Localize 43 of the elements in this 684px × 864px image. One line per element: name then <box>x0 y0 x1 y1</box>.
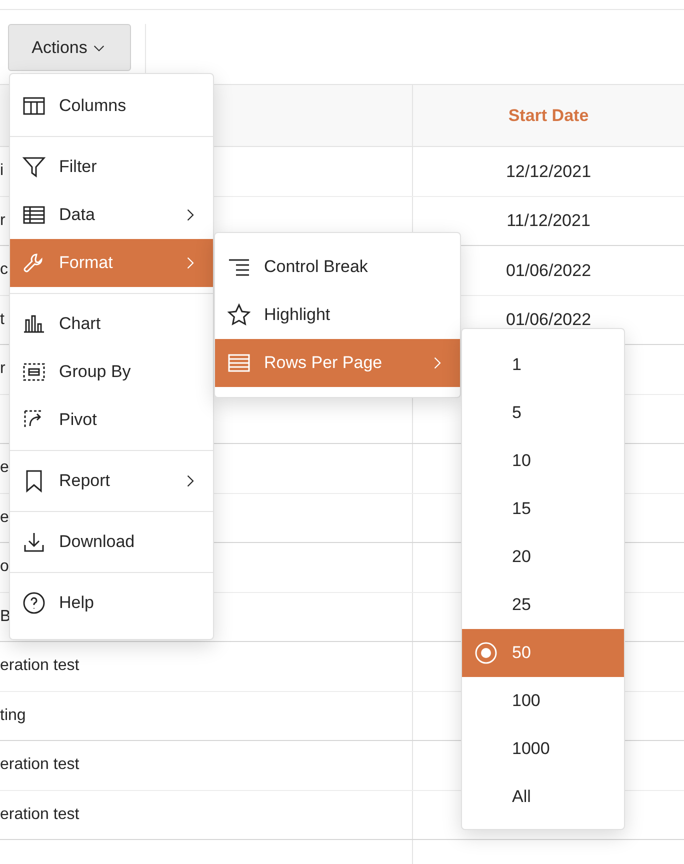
date-cell-text: 01/06/2022 <box>506 260 592 282</box>
menu-item[interactable]: Report <box>10 457 213 505</box>
table-cell-text: B <box>0 606 11 627</box>
menu-option[interactable]: 100 <box>462 677 624 725</box>
table-cell-text: e <box>0 458 9 478</box>
menu-option[interactable]: 20 <box>462 533 624 581</box>
menu-item[interactable]: Help <box>10 579 213 627</box>
date-cell-text: 11/12/2021 <box>506 210 590 232</box>
menu-option[interactable]: 10 <box>462 437 624 485</box>
star-icon <box>227 303 251 327</box>
table-cell-text: e <box>0 508 9 528</box>
menu-item[interactable]: Control Break <box>215 243 460 291</box>
menu-item[interactable]: Data <box>10 191 213 239</box>
menu-item[interactable]: Highlight <box>215 291 460 339</box>
table-cell-text: t <box>0 310 4 330</box>
menu-option[interactable]: 1000 <box>462 725 624 773</box>
table-cell-text: i <box>0 161 4 182</box>
menu-option[interactable]: 5 <box>462 389 624 437</box>
menu-item[interactable]: Chart <box>10 300 213 348</box>
date-cell-text: 01/06/2022 <box>506 309 592 331</box>
table-cell-text: o <box>0 557 9 578</box>
table-cell-text: r <box>0 359 6 380</box>
menu-option[interactable]: All <box>462 773 624 821</box>
help-icon <box>22 591 46 615</box>
table-cell-text: c <box>0 260 8 280</box>
menu-item[interactable]: Filter <box>10 143 213 191</box>
table-cell-text: eration test <box>0 656 80 676</box>
table-cell-text: r <box>0 210 6 231</box>
actions-button[interactable]: Actions <box>8 24 131 71</box>
table-cell-text: ting <box>0 706 26 726</box>
menu-item[interactable]: Download <box>10 518 213 566</box>
radio-selected-icon <box>474 641 498 665</box>
download-icon <box>22 530 46 554</box>
date-cell-text: 12/12/2021 <box>506 160 592 182</box>
menu-option[interactable]: 25 <box>462 581 624 629</box>
table-cell-text: eration test <box>0 804 80 825</box>
filter-icon <box>22 155 46 179</box>
table-cell-text: eration test <box>0 755 80 776</box>
menu-item[interactable]: Pivot <box>10 396 213 444</box>
menu-option[interactable]: 1 <box>462 341 624 389</box>
menu-option[interactable]: 15 <box>462 485 624 533</box>
menu-item[interactable]: Group By <box>10 348 213 396</box>
menu-item[interactable]: Columns <box>10 82 213 130</box>
